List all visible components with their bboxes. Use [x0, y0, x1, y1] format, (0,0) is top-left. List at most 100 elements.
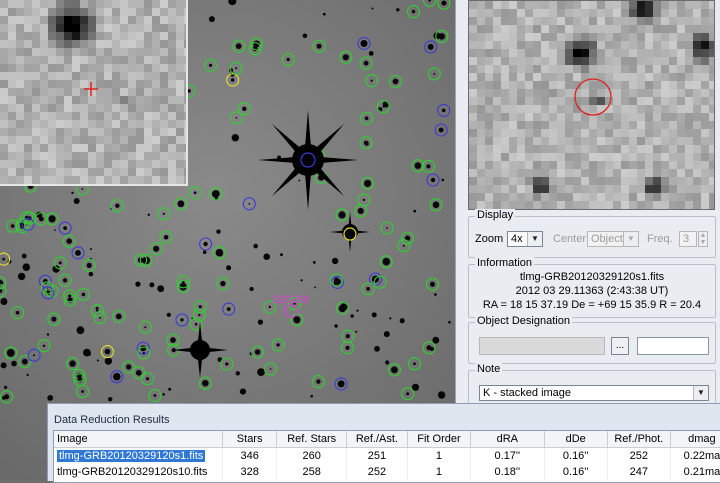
pixel — [629, 185, 637, 193]
pixel — [621, 161, 629, 169]
pixel — [589, 193, 597, 201]
pixel — [104, 96, 112, 104]
pixel — [40, 152, 48, 160]
pixel — [136, 72, 144, 80]
table-row[interactable]: tlmg-GRB20120329120s1.fits 346 260 251 1… — [54, 447, 720, 464]
freq-spinner[interactable]: ▲ ▼ — [698, 231, 708, 247]
col-header-dde[interactable]: dDe — [544, 431, 608, 448]
pixel — [96, 144, 104, 152]
pixel — [525, 121, 533, 129]
pixel — [72, 144, 80, 152]
pixel — [653, 185, 661, 193]
pixel — [152, 16, 160, 24]
pixel — [40, 104, 48, 112]
pixel — [32, 152, 40, 160]
pixel — [152, 136, 160, 144]
star — [58, 261, 62, 265]
col-header-stars[interactable]: Stars — [222, 431, 278, 448]
note-select[interactable]: K - stacked image ▼ — [479, 385, 709, 401]
center-select[interactable]: Object ▼ — [587, 231, 639, 247]
zoom-select[interactable]: 4x ▼ — [507, 231, 543, 247]
pixel — [581, 1, 589, 9]
col-header-ref-phot[interactable]: Ref./Phot. — [607, 431, 671, 448]
pixel — [525, 57, 533, 65]
pixel — [152, 120, 160, 128]
freq-input[interactable]: 3 — [679, 231, 697, 247]
pixel — [144, 40, 152, 48]
pixel — [613, 105, 621, 113]
pixel — [613, 129, 621, 137]
pixel — [72, 120, 80, 128]
star — [428, 0, 431, 2]
pixel — [144, 72, 152, 80]
pixel — [493, 129, 501, 137]
pixel — [80, 152, 88, 160]
pixel — [517, 1, 525, 9]
pixel — [701, 9, 709, 17]
pixel — [493, 193, 501, 201]
pixel — [621, 1, 629, 9]
pixel — [16, 0, 24, 8]
col-header-ref-stars[interactable]: Ref. Stars — [276, 431, 347, 448]
pixel — [525, 25, 533, 33]
pixel — [128, 152, 136, 160]
target-marker[interactable] — [284, 304, 298, 318]
pixel — [581, 169, 589, 177]
pixel — [56, 32, 64, 40]
col-header-fit-order[interactable]: Fit Order — [407, 431, 472, 448]
star — [242, 106, 247, 112]
col-header-dra[interactable]: dRA — [470, 431, 545, 448]
pixel — [184, 64, 186, 72]
pixel — [597, 177, 605, 185]
pixel — [16, 64, 24, 72]
pixel — [168, 112, 176, 120]
pixel — [613, 73, 621, 81]
designation-browse-button[interactable]: ... — [611, 337, 629, 355]
table-row[interactable]: tlmg-GRB20120329120s10.fits 328 258 252 … — [54, 464, 720, 480]
pixel — [549, 97, 557, 105]
pixel — [112, 56, 120, 64]
pixel — [96, 64, 104, 72]
col-header-dmag[interactable]: dmag — [670, 431, 720, 448]
star — [411, 383, 420, 391]
pixel — [88, 64, 96, 72]
pixel — [64, 64, 72, 72]
pixel — [541, 89, 549, 97]
pixel — [669, 153, 677, 161]
col-header-ref-ast[interactable]: Ref./Ast. — [346, 431, 408, 448]
pixel — [176, 48, 184, 56]
star — [95, 306, 99, 310]
pixel — [693, 73, 701, 81]
pixel — [493, 73, 501, 81]
pixel — [485, 145, 493, 153]
col-header-image[interactable]: Image — [54, 431, 223, 448]
pixel — [168, 32, 176, 40]
pixel — [637, 129, 645, 137]
pixel — [152, 144, 160, 152]
pixel — [693, 49, 701, 57]
pixel — [112, 152, 120, 160]
pixel — [176, 24, 184, 32]
pixel — [136, 152, 144, 160]
designation-input[interactable] — [637, 337, 709, 355]
pixel — [88, 152, 96, 160]
pixel — [501, 73, 509, 81]
star — [345, 345, 350, 350]
pixel — [24, 96, 32, 104]
pixel — [629, 81, 637, 89]
pixel — [120, 0, 128, 8]
pixel — [645, 145, 653, 153]
pixel — [32, 80, 40, 88]
pixel — [653, 169, 661, 177]
pixel — [621, 105, 629, 113]
pixel — [152, 128, 160, 136]
star — [144, 326, 147, 329]
pixel — [128, 8, 136, 16]
pixel — [517, 33, 525, 41]
designation-select[interactable] — [479, 337, 605, 355]
pixel — [501, 137, 509, 145]
object-preview-image — [468, 0, 715, 210]
pixel — [709, 89, 714, 97]
pixel — [533, 161, 541, 169]
pixel — [120, 128, 128, 136]
